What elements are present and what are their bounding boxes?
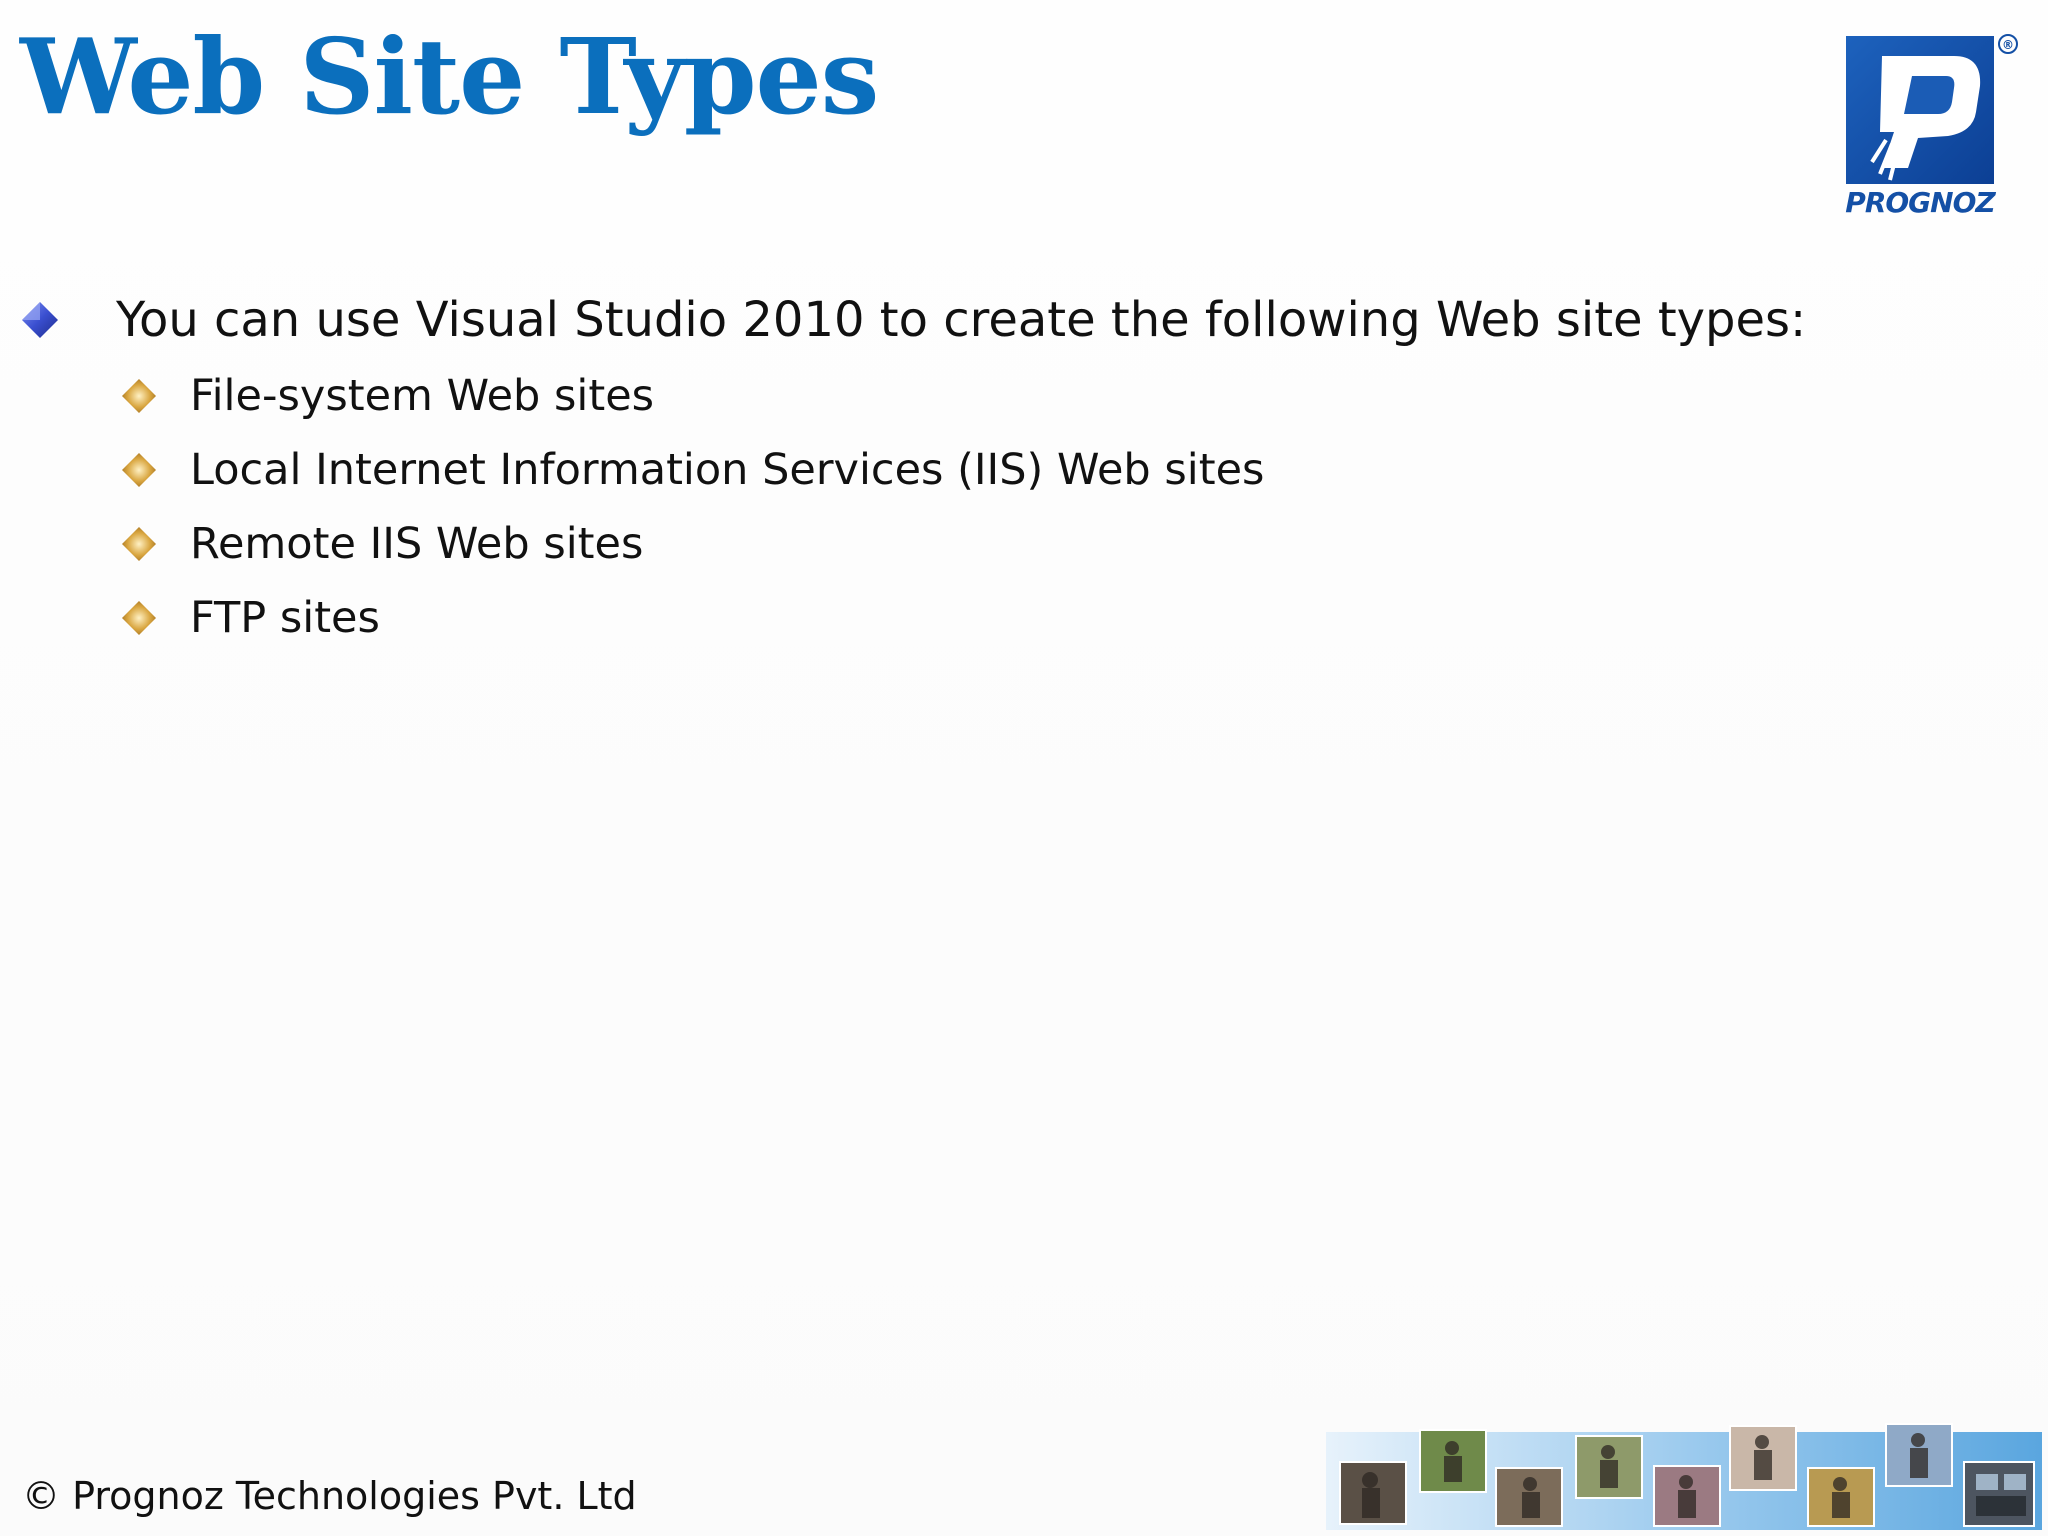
list-item: Remote IIS Web sites [118, 514, 643, 574]
list-item: FTP sites [118, 588, 380, 648]
diamond-bullet-icon [122, 527, 156, 561]
slide: Web Site Types ® PROGNOZ You can use Vis… [0, 0, 2048, 1536]
list-item: Local Internet Information Services (IIS… [118, 440, 1264, 500]
list-item-label: File-system Web sites [190, 371, 655, 421]
list-item-label: FTP sites [190, 593, 380, 643]
list-item: File-system Web sites [118, 366, 654, 426]
footer-copyright: © Prognoz Technologies Pvt. Ltd [22, 1474, 637, 1518]
intro-bullet: You can use Visual Studio 2010 to create… [18, 280, 1806, 360]
registered-mark: ® [2002, 38, 2014, 52]
prognoz-logo-icon: ® PROGNOZ [1845, 34, 2018, 219]
diamond-bullet-icon [122, 379, 156, 413]
diamond-bullet-icon [22, 302, 58, 338]
slide-title: Web Site Types [20, 15, 879, 138]
list-item-label: Local Internet Information Services (IIS… [190, 445, 1265, 495]
diamond-bullet-icon [122, 453, 156, 487]
list-item-label: Remote IIS Web sites [190, 519, 644, 569]
diamond-bullet-icon [122, 601, 156, 635]
intro-text: You can use Visual Studio 2010 to create… [116, 292, 1807, 348]
logo-text: PROGNOZ [1845, 186, 1996, 219]
photo-strip-image [1326, 1423, 2042, 1530]
